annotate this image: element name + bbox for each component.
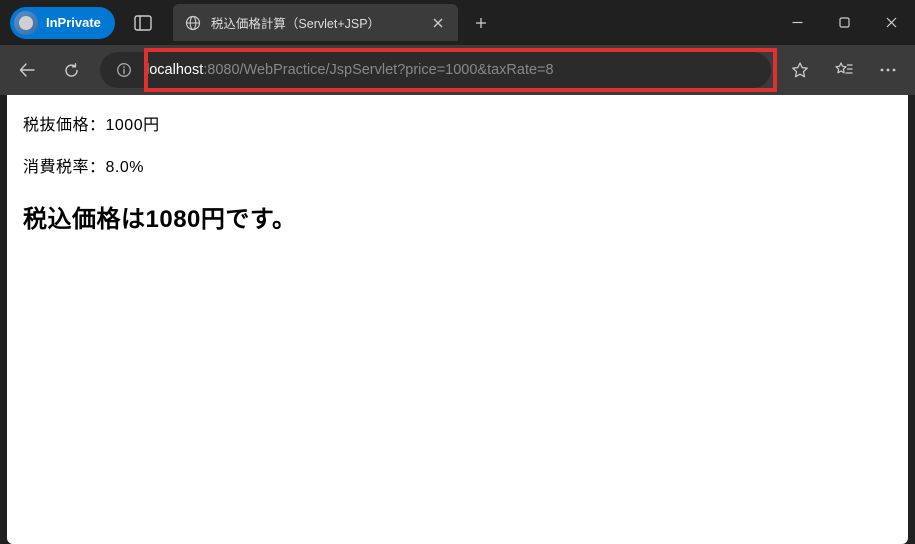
browser-tab[interactable]: 税込価格計算（Servlet+JSP） xyxy=(173,4,458,41)
inprivate-label: InPrivate xyxy=(46,15,101,30)
url-text: localhost:8080/WebPractice/JspServlet?pr… xyxy=(142,62,763,78)
price-without-tax: 税抜価格：1000円 xyxy=(23,111,892,135)
plus-icon xyxy=(475,17,487,29)
ellipsis-icon xyxy=(880,68,896,72)
star-list-icon xyxy=(834,61,854,79)
inprivate-avatar-icon xyxy=(14,11,38,35)
toolbar: localhost:8080/WebPractice/JspServlet?pr… xyxy=(0,45,915,95)
addressbar[interactable]: localhost:8080/WebPractice/JspServlet?pr… xyxy=(100,52,771,88)
maximize-button[interactable] xyxy=(821,0,868,45)
minimize-icon xyxy=(792,17,803,28)
close-icon xyxy=(433,18,443,28)
back-button[interactable] xyxy=(8,51,46,89)
refresh-button[interactable] xyxy=(52,51,90,89)
url-host: localhost xyxy=(146,62,203,78)
menu-button[interactable] xyxy=(869,51,907,89)
addressbar-container: localhost:8080/WebPractice/JspServlet?pr… xyxy=(100,52,771,88)
new-tab-button[interactable] xyxy=(466,8,496,38)
minimize-button[interactable] xyxy=(774,0,821,45)
tax-rate: 消費税率：8.0% xyxy=(23,153,892,177)
price-with-tax-result: 税込価格は1080円です。 xyxy=(23,199,892,234)
star-icon xyxy=(791,61,809,79)
page-content: 税抜価格：1000円 消費税率：8.0% 税込価格は1080円です。 xyxy=(7,95,908,544)
arrow-left-icon xyxy=(18,61,36,79)
site-info-button[interactable] xyxy=(108,54,140,86)
globe-icon xyxy=(185,15,201,31)
url-rest: :8080/WebPractice/JspServlet?price=1000&… xyxy=(203,62,553,78)
titlebar: InPrivate 税込価格計算（Servlet+JSP） xyxy=(0,0,915,45)
favorite-button[interactable] xyxy=(781,51,819,89)
tabs-panel-button[interactable] xyxy=(133,14,153,32)
info-icon xyxy=(116,62,132,78)
refresh-icon xyxy=(63,62,80,79)
favorites-list-button[interactable] xyxy=(825,51,863,89)
inprivate-badge[interactable]: InPrivate xyxy=(10,7,115,39)
tab-close-button[interactable] xyxy=(426,11,450,35)
toolbar-right xyxy=(781,51,907,89)
close-icon xyxy=(886,17,897,28)
maximize-icon xyxy=(839,17,850,28)
window-controls xyxy=(774,0,915,45)
tab-title: 税込価格計算（Servlet+JSP） xyxy=(211,13,416,32)
window-close-button[interactable] xyxy=(868,0,915,45)
